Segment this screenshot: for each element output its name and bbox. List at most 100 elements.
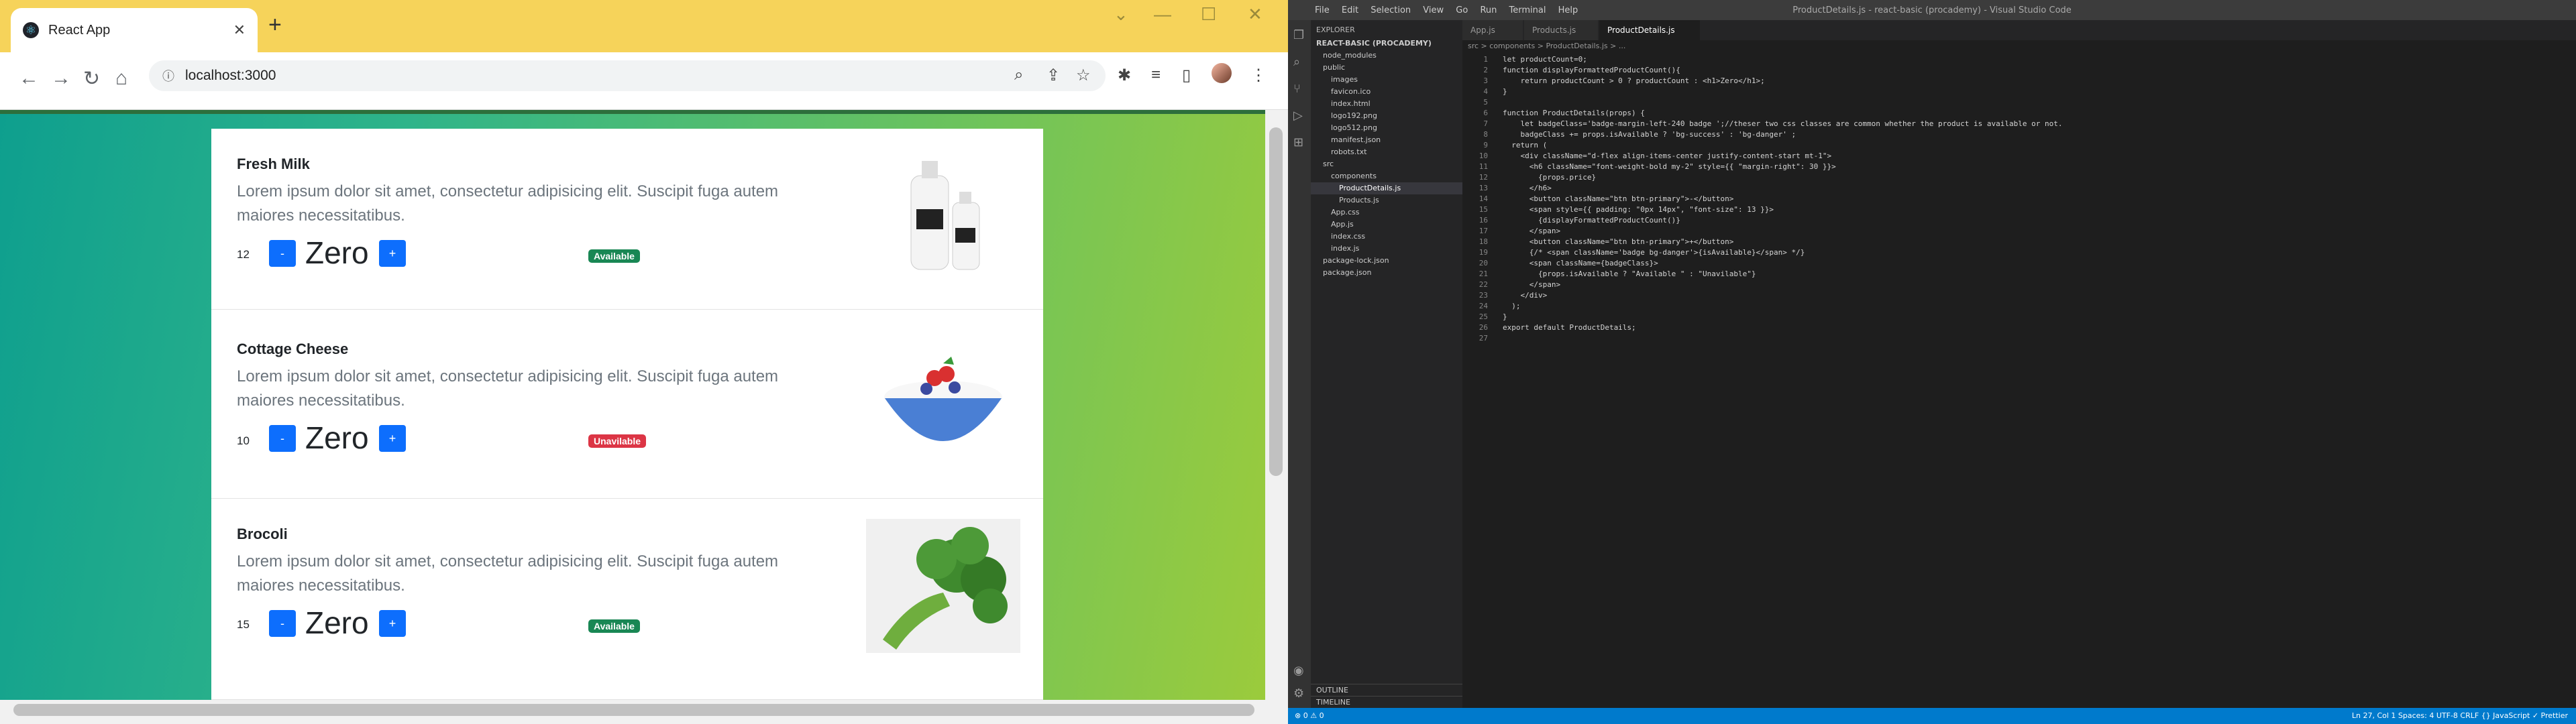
tree-item[interactable]: components (1311, 170, 1462, 182)
extensions-icon[interactable]: ⊞ (1293, 135, 1303, 149)
outline-section[interactable]: OUTLINE (1311, 684, 1462, 696)
menu-terminal[interactable]: Terminal (1509, 5, 1546, 15)
vscode-titlebar: ProductDetails.js - react-basic (procade… (1288, 0, 2576, 20)
editor-status[interactable]: Ln 27, Col 1 Spaces: 4 UTF-8 CRLF {} Jav… (2352, 711, 2568, 720)
info-icon[interactable]: ⓘ (162, 67, 174, 84)
code-line: ); (1503, 302, 1521, 310)
search-icon[interactable]: ⌕ (1293, 55, 1300, 69)
increment-button[interactable]: + (379, 240, 406, 267)
line-number: 10 (1479, 152, 1488, 160)
chevron-down-icon[interactable]: ⌄ (1114, 4, 1128, 25)
tree-item[interactable]: index.css (1311, 231, 1462, 243)
kebab-menu-icon[interactable]: ⋮ (1250, 66, 1267, 85)
run-debug-icon[interactable]: ▷ (1293, 109, 1303, 123)
tree-item[interactable]: package.json (1311, 267, 1462, 279)
minimize-icon[interactable]: — (1154, 4, 1171, 25)
browser-toolbar: ← → ↻ ⌂ ⓘ localhost:3000 ⌕ ⇪ ☆ ✱ ≡ ▯ ⋮ (0, 52, 1288, 110)
decrement-button[interactable]: - (269, 610, 296, 637)
tree-item[interactable]: index.html (1311, 98, 1462, 110)
tree-item[interactable]: images (1311, 74, 1462, 86)
menu-go[interactable]: Go (1456, 5, 1468, 15)
timeline-section[interactable]: TIMELINE (1311, 696, 1462, 708)
tree-item[interactable]: src (1311, 158, 1462, 170)
code-editor[interactable]: App.js Products.js ProductDetails.js src… (1462, 20, 2576, 708)
plus-icon[interactable]: + (268, 12, 282, 38)
address-bar[interactable]: ⓘ localhost:3000 (149, 60, 1106, 91)
decrement-button[interactable]: - (269, 425, 296, 452)
tree-item[interactable]: public (1311, 62, 1462, 74)
code-line: </span> (1503, 227, 1561, 235)
product-card: Fresh Milk Lorem ipsum dolor sit amet, c… (211, 129, 1043, 310)
menu-view[interactable]: View (1423, 5, 1444, 15)
playlist-icon[interactable]: ≡ (1151, 66, 1161, 84)
url-text: localhost:3000 (185, 68, 276, 83)
tree-item[interactable]: index.js (1311, 243, 1462, 255)
code-line: badgeClass += props.isAvailable ? 'bg-su… (1503, 130, 1796, 139)
menu-selection[interactable]: Selection (1371, 5, 1411, 15)
tree-item[interactable]: robots.txt (1311, 146, 1462, 158)
decrement-button[interactable]: - (269, 240, 296, 267)
avatar[interactable] (1212, 63, 1232, 83)
menu-run[interactable]: Run (1480, 5, 1497, 15)
menu-edit[interactable]: Edit (1342, 5, 1358, 15)
tree-item-active[interactable]: ProductDetails.js (1311, 182, 1462, 194)
source-control-icon[interactable]: ⑂ (1293, 82, 1301, 96)
menu-help[interactable]: Help (1558, 5, 1578, 15)
explorer-icon[interactable]: ❐ (1293, 28, 1304, 42)
code-line: <button className="btn btn-primary">-</b… (1503, 194, 1734, 203)
product-description: Lorem ipsum dolor sit amet, consectetur … (237, 182, 779, 225)
extensions-icon[interactable]: ✱ (1118, 66, 1131, 85)
product-card: Brocoli Lorem ipsum dolor sit amet, cons… (211, 499, 1043, 700)
explorer-sidebar: EXPLORER REACT-BASIC (PROCADEMY) node_mo… (1311, 20, 1462, 708)
increment-button[interactable]: + (379, 425, 406, 452)
maximize-icon[interactable]: ☐ (1201, 4, 1216, 25)
line-number: 21 (1479, 269, 1488, 278)
editor-tabs: App.js Products.js ProductDetails.js (1462, 20, 2576, 40)
tab-productdetails-js[interactable]: ProductDetails.js (1599, 20, 1700, 40)
tab-app-js[interactable]: App.js (1462, 20, 1523, 40)
line-number: 27 (1479, 334, 1488, 343)
tree-item[interactable]: manifest.json (1311, 134, 1462, 146)
code-line: <h6 className="font-weight-bold my-2" st… (1503, 162, 1836, 171)
tree-item[interactable]: App.js (1311, 219, 1462, 231)
project-folder[interactable]: REACT-BASIC (PROCADEMY) (1311, 38, 1462, 50)
tab-products-js[interactable]: Products.js (1524, 20, 1598, 40)
horizontal-scroll-thumb[interactable] (13, 704, 1254, 716)
back-icon[interactable]: ← (19, 67, 39, 90)
share-icon[interactable]: ⇪ (1046, 66, 1060, 85)
tree-item[interactable]: favicon.ico (1311, 86, 1462, 98)
close-icon[interactable]: ✕ (233, 21, 246, 39)
line-number: 12 (1479, 173, 1488, 182)
tree-item[interactable]: logo512.png (1311, 122, 1462, 134)
gear-icon[interactable]: ⚙ (1293, 686, 1304, 701)
close-window-icon[interactable]: ✕ (1248, 4, 1263, 25)
sidepanel-icon[interactable]: ▯ (1182, 66, 1191, 85)
code-line: {props.isAvailable ? "Available " : "Una… (1503, 269, 1756, 278)
tree-item[interactable]: node_modules (1311, 50, 1462, 62)
line-number: 5 (1483, 98, 1488, 107)
account-icon[interactable]: ◉ (1293, 664, 1304, 678)
product-count: Zero (305, 235, 369, 270)
forward-icon[interactable]: → (51, 67, 71, 90)
star-icon[interactable]: ☆ (1076, 66, 1091, 85)
cottage-cheese-bowl-image (866, 337, 1020, 471)
code-line: function displayFormattedProductCount(){ (1503, 66, 1680, 74)
tree-item[interactable]: App.css (1311, 206, 1462, 219)
browser-tab[interactable]: ⚛ React App ✕ (11, 8, 258, 52)
menu-file[interactable]: File (1315, 5, 1330, 15)
tree-item[interactable]: Products.js (1311, 194, 1462, 206)
problems-status[interactable]: ⊗ 0 ⚠ 0 (1295, 711, 1324, 720)
home-icon[interactable]: ⌂ (115, 67, 127, 90)
line-number: 23 (1479, 291, 1488, 300)
vertical-scroll-thumb[interactable] (1269, 127, 1283, 476)
code-line: function ProductDetails(props) { (1503, 109, 1645, 117)
line-number: 19 (1479, 248, 1488, 257)
code-line: {displayFormattedProductCount()} (1503, 216, 1680, 225)
code-line: let productCount=0; (1503, 55, 1587, 64)
tree-item[interactable]: logo192.png (1311, 110, 1462, 122)
zoom-icon[interactable]: ⌕ (1014, 66, 1023, 84)
tree-item[interactable]: package-lock.json (1311, 255, 1462, 267)
code-line: let badgeClass='badge-margin-left-240 ba… (1503, 119, 2063, 128)
increment-button[interactable]: + (379, 610, 406, 637)
reload-icon[interactable]: ↻ (83, 67, 100, 90)
